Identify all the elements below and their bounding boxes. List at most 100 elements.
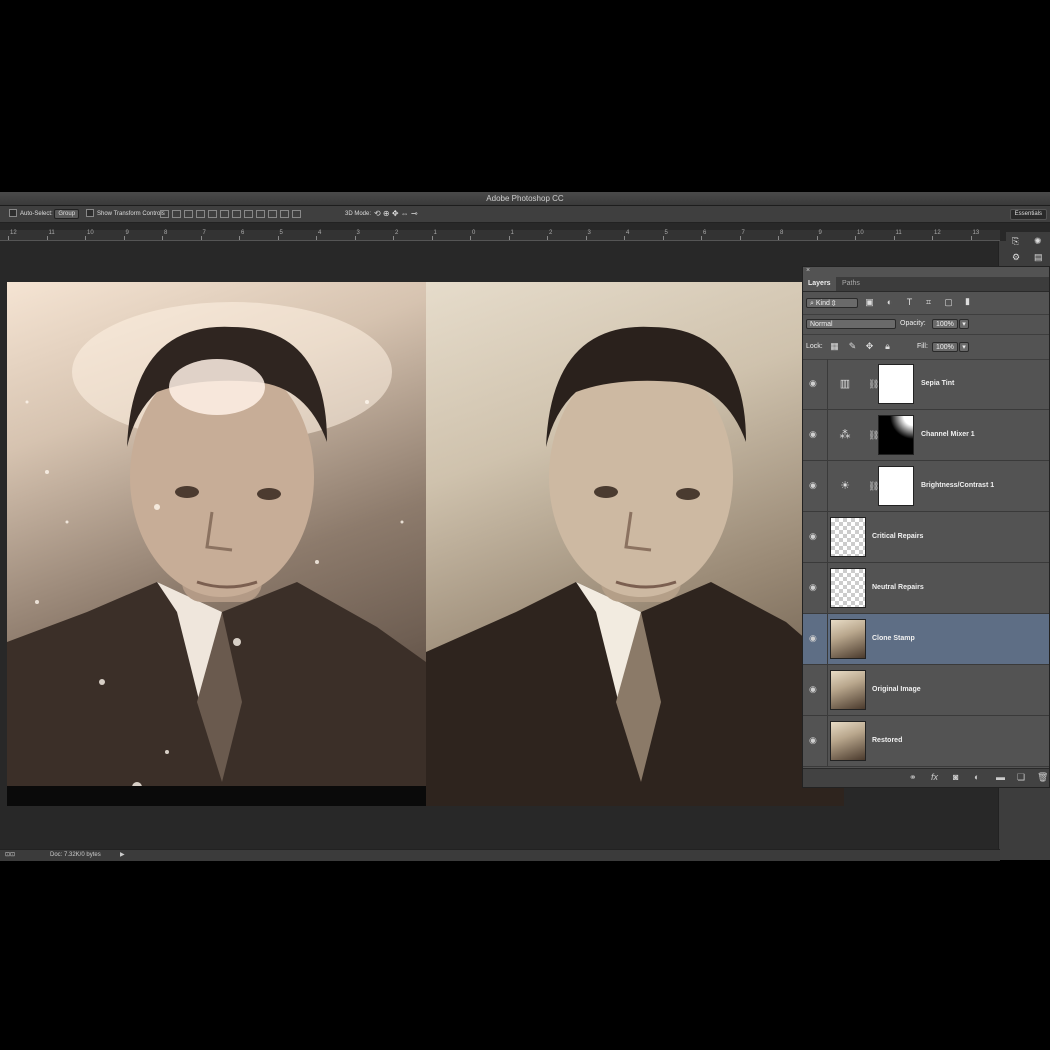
- properties-icon[interactable]: ⚙: [1012, 252, 1020, 263]
- ruler-tick-label: 0: [472, 230, 476, 236]
- visibility-eye-icon[interactable]: ◉: [809, 379, 819, 388]
- layer-row[interactable]: ◉ ⁂ ⛓ Channel Mixer 1: [803, 410, 1049, 461]
- align-hcenter-icon[interactable]: [208, 210, 217, 218]
- show-transform-checkbox[interactable]: Show Transform Controls: [86, 209, 165, 219]
- layer-thumbnail[interactable]: [830, 517, 866, 557]
- layer-name[interactable]: Clone Stamp: [872, 634, 915, 644]
- layer-mask-thumbnail[interactable]: [878, 415, 914, 455]
- new-group-icon[interactable]: ▬: [996, 772, 1005, 782]
- align-left-icon[interactable]: [196, 210, 205, 218]
- history-icon[interactable]: ⎘: [1012, 236, 1019, 247]
- filter-shape-icon[interactable]: ⌗: [924, 298, 933, 307]
- filter-type-icon[interactable]: T: [905, 298, 914, 307]
- ruler-tick-mark: [123, 236, 125, 240]
- distribute-top-icon[interactable]: [232, 210, 241, 218]
- filter-smart-object-icon[interactable]: ▢: [944, 298, 953, 307]
- workspace-switcher[interactable]: Essentials: [1009, 209, 1047, 220]
- align-right-icon[interactable]: [220, 210, 229, 218]
- adjustments-icon[interactable]: ✺: [1034, 236, 1042, 247]
- layer-name[interactable]: Restored: [872, 736, 902, 746]
- layer-row[interactable]: ◉ Clone Stamp: [803, 614, 1049, 665]
- layer-name[interactable]: Neutral Repairs: [872, 583, 924, 593]
- align-vcenter-icon[interactable]: [172, 210, 181, 218]
- layer-thumbnail[interactable]: [830, 670, 866, 710]
- layer-name[interactable]: Critical Repairs: [872, 532, 923, 542]
- lock-position-icon[interactable]: ✥: [865, 342, 874, 351]
- tab-layers[interactable]: Layers: [803, 277, 836, 291]
- new-layer-icon[interactable]: ❏: [1017, 772, 1025, 783]
- ruler-tick-label: 4: [318, 230, 322, 236]
- layer-name[interactable]: Brightness/Contrast 1: [921, 481, 994, 491]
- 3d-tools-icons[interactable]: ⟲ ⊕ ✥ ⇔ ⊸: [374, 209, 418, 219]
- layer-row[interactable]: ◉ Original Image: [803, 665, 1049, 716]
- ruler-tick-mark: [701, 236, 702, 240]
- visibility-eye-icon[interactable]: ◉: [809, 583, 819, 592]
- filter-pixel-icon[interactable]: ▣: [865, 298, 874, 307]
- status-arrow-icon[interactable]: ▶: [120, 850, 125, 861]
- visibility-eye-icon[interactable]: ◉: [809, 736, 819, 745]
- ruler-tick-label: 3: [356, 230, 360, 236]
- ruler-tick-label: 2: [395, 230, 399, 236]
- fill-field[interactable]: 100%: [932, 342, 958, 352]
- close-icon[interactable]: ×: [806, 267, 810, 274]
- ruler-tick-label: 7: [202, 230, 206, 236]
- channel-mixer-icon[interactable]: ⁂: [838, 429, 852, 441]
- ruler-tick-mark: [393, 236, 394, 240]
- opacity-field[interactable]: 100%: [932, 319, 958, 329]
- layer-row[interactable]: ◉ ☀ ⛓ Brightness/Contrast 1: [803, 461, 1049, 512]
- layer-name[interactable]: Original Image: [872, 685, 921, 695]
- visibility-eye-icon[interactable]: ◉: [809, 634, 819, 643]
- ruler-tick-label: 6: [703, 230, 707, 236]
- layer-row[interactable]: ◉ ▥ ⛓ Sepia Tint: [803, 359, 1049, 410]
- blend-mode-dropdown[interactable]: Normal: [806, 319, 896, 329]
- distribute-left-icon[interactable]: [268, 210, 277, 218]
- visibility-eye-icon[interactable]: ◉: [809, 430, 819, 439]
- auto-select-checkbox[interactable]: Auto-Select: Group: [9, 209, 80, 219]
- lock-all-icon[interactable]: 🔒︎: [883, 342, 892, 351]
- opacity-dropdown-icon[interactable]: ▾: [959, 319, 969, 329]
- ruler-tick-mark: [739, 236, 741, 240]
- ruler-tick-mark: [624, 236, 625, 240]
- layer-name[interactable]: Channel Mixer 1: [921, 430, 975, 440]
- lock-image-icon[interactable]: ✎: [848, 342, 857, 351]
- fx-icon[interactable]: fx: [931, 772, 938, 782]
- tab-paths[interactable]: Paths: [837, 277, 865, 291]
- layer-name[interactable]: Sepia Tint: [921, 379, 954, 389]
- auto-select-dropdown[interactable]: Group: [54, 209, 80, 219]
- layer-thumbnail[interactable]: [830, 721, 866, 761]
- visibility-eye-icon[interactable]: ◉: [809, 532, 819, 541]
- layer-mask-thumbnail[interactable]: [878, 364, 914, 404]
- distribute-vcenter-icon[interactable]: [244, 210, 253, 218]
- layer-thumbnail[interactable]: [830, 619, 866, 659]
- lock-transparent-icon[interactable]: ▦: [830, 342, 839, 351]
- brightness-icon[interactable]: ☀: [838, 480, 852, 492]
- delete-layer-icon[interactable]: 🗑︎: [1037, 772, 1048, 783]
- distribute-right-icon[interactable]: [292, 210, 301, 218]
- filter-adjustment-icon[interactable]: ◐: [885, 298, 894, 307]
- ruler-tick-label: 9: [818, 230, 822, 236]
- layer-row[interactable]: ◉ Critical Repairs: [803, 512, 1049, 563]
- link-layers-icon[interactable]: ⚭: [909, 772, 917, 783]
- align-top-icon[interactable]: [160, 210, 169, 218]
- layer-row[interactable]: ◉ Restored: [803, 716, 1049, 767]
- visibility-eye-icon[interactable]: ◉: [809, 481, 819, 490]
- layer-row[interactable]: ◉ Neutral Repairs: [803, 563, 1049, 614]
- opacity-label: Opacity:: [900, 320, 926, 327]
- distribute-bottom-icon[interactable]: [256, 210, 265, 218]
- sepia-adjustment-icon[interactable]: ▥: [838, 378, 852, 390]
- ruler-tick-label: 11: [895, 230, 902, 236]
- zoom-icon[interactable]: ⊡⊡: [5, 850, 15, 861]
- layer-mask-thumbnail[interactable]: [878, 466, 914, 506]
- add-mask-icon[interactable]: ◙: [953, 772, 958, 782]
- visibility-eye-icon[interactable]: ◉: [809, 685, 819, 694]
- swatches-icon[interactable]: ▤: [1034, 252, 1043, 263]
- status-bar: ⊡⊡ Doc: 7.32K/0 bytes ▶: [0, 849, 1000, 861]
- layer-thumbnail[interactable]: [830, 568, 866, 608]
- fill-dropdown-icon[interactable]: ▾: [959, 342, 969, 352]
- new-adjustment-icon[interactable]: ◐: [974, 772, 979, 782]
- align-bottom-icon[interactable]: [184, 210, 193, 218]
- filter-kind-dropdown[interactable]: ⌕ Kind ⇕: [806, 298, 858, 308]
- filter-toggle-icon[interactable]: ▮: [963, 297, 972, 306]
- distribute-hcenter-icon[interactable]: [280, 210, 289, 218]
- ruler-tick-label: 2: [549, 230, 553, 236]
